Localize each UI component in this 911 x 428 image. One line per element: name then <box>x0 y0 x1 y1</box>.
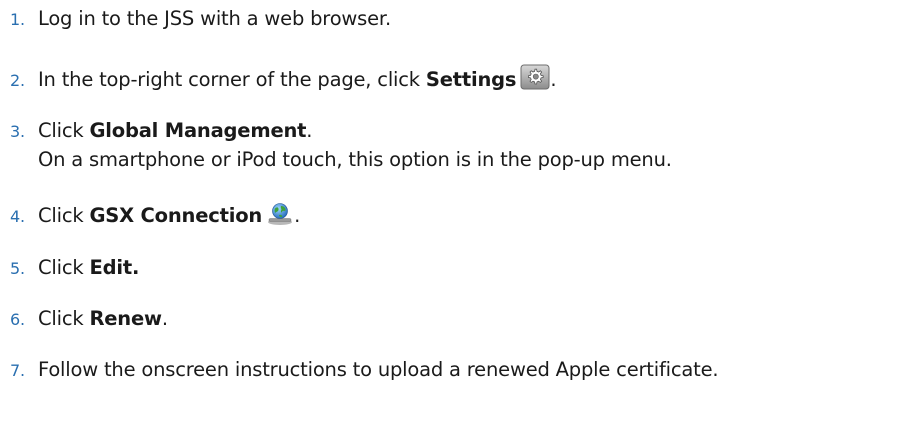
step-7: 7. Follow the onscreen instructions to up… <box>10 356 907 385</box>
step-text: Click <box>38 119 90 142</box>
step-text: Click <box>38 256 90 279</box>
step-number: 4. <box>10 207 25 226</box>
step-number: 7. <box>10 361 25 380</box>
step-text: Click <box>38 307 90 330</box>
step-punct: . <box>550 68 557 91</box>
step-4: 4. Click GSX Connection . <box>10 202 907 234</box>
edit-label: Edit. <box>89 256 140 279</box>
settings-label: Settings <box>425 68 517 91</box>
gsx-connection-label: GSX Connection <box>89 204 263 227</box>
step-3: 3. Click Global Management. On a smartpho… <box>10 117 907 174</box>
step-punct: . <box>294 204 301 227</box>
step-text: Follow the onscreen instructions to uplo… <box>38 358 719 381</box>
global-management-label: Global Management <box>89 119 307 142</box>
step-text: Click <box>38 204 90 227</box>
step-punct: . <box>306 119 313 142</box>
step-subtext: On a smartphone or iPod touch, this opti… <box>38 148 672 171</box>
step-text: In the top-right corner of the page, cli… <box>38 68 426 91</box>
step-number: 5. <box>10 259 25 278</box>
step-number: 2. <box>10 71 25 90</box>
settings-gear-icon <box>520 64 550 98</box>
step-number: 6. <box>10 310 25 329</box>
step-number: 3. <box>10 122 25 141</box>
step-1: 1. Log in to the JSS with a web browser. <box>10 5 907 34</box>
step-5: 5. Click Edit. <box>10 254 907 283</box>
step-text: Log in to the JSS with a web browser. <box>38 7 391 30</box>
step-2: 2. In the top-right corner of the page, c… <box>10 64 907 98</box>
step-number: 1. <box>10 10 25 29</box>
step-6: 6. Click Renew. <box>10 305 907 334</box>
step-punct: . <box>161 307 168 330</box>
renew-label: Renew <box>89 307 162 330</box>
gsx-connection-icon <box>266 202 294 234</box>
